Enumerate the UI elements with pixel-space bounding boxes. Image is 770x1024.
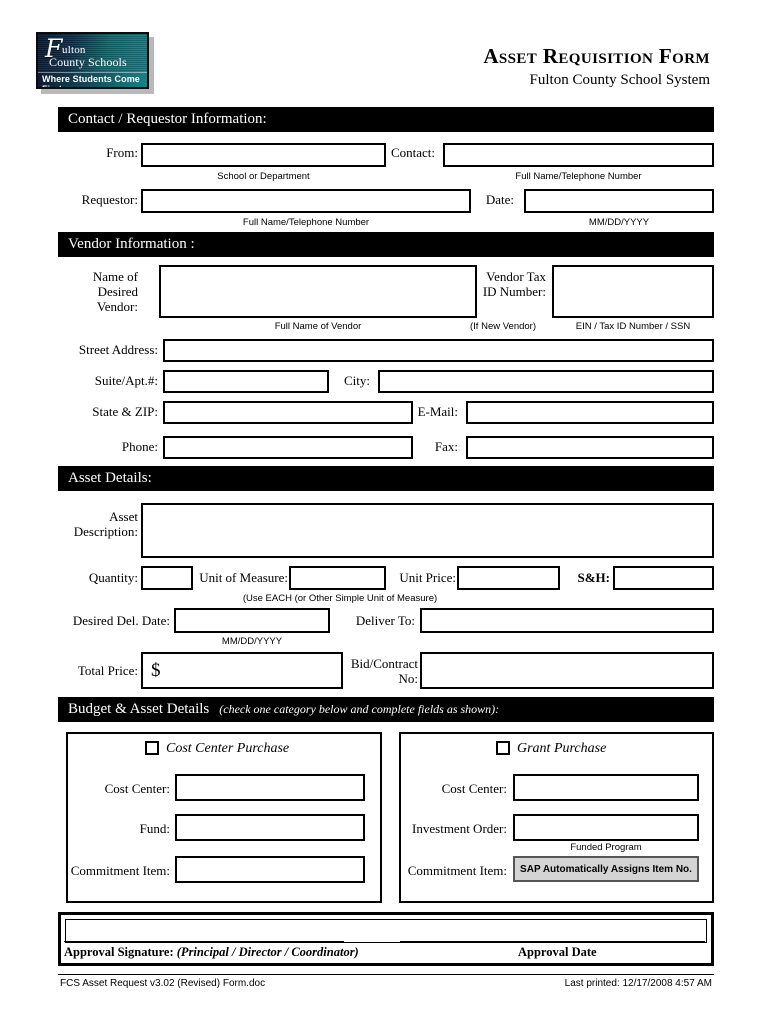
asset-requisition-form: F ulton County Schools Where Students Co… — [0, 0, 770, 1024]
bid-contract-label: Bid/Contract No: — [350, 656, 418, 686]
total-price-input[interactable]: $ — [141, 652, 343, 689]
section-header-contact: Contact / Requestor Information: — [58, 107, 714, 132]
from-hint: School or Department — [217, 171, 310, 182]
unit-of-measure-label: Unit of Measure: — [199, 570, 288, 585]
vendor-tax-hint: EIN / Tax ID Number / SSN — [575, 321, 691, 332]
vendor-tax-input[interactable] — [552, 265, 714, 318]
deliver-to-label: Deliver To: — [355, 613, 415, 628]
shipping-handling-label: S&H: — [577, 570, 611, 585]
page-subtitle: Fulton County School System — [529, 72, 710, 88]
from-label: From: — [106, 145, 138, 160]
asset-description-label: Asset Description: — [73, 509, 138, 539]
cc-commitment-item-input[interactable] — [175, 856, 365, 883]
vendor-name-input[interactable] — [159, 265, 477, 318]
currency-symbol: $ — [151, 660, 161, 681]
grant-cost-center-label: Cost Center: — [441, 781, 507, 796]
desired-delivery-date-input[interactable] — [174, 608, 330, 633]
approval-date-label: Approval Date — [518, 945, 597, 959]
logo-tagline-bar: Where Students Come First — [38, 72, 147, 87]
state-zip-label: State & ZIP: — [92, 404, 158, 419]
section-header-budget: Budget & Asset Details (check one catego… — [58, 697, 714, 722]
city-input[interactable] — [378, 370, 714, 393]
grant-commitment-item-label: Commitment Item: — [407, 863, 507, 878]
section-title-vendor: Vendor Information : — [68, 236, 195, 252]
cc-commitment-item-label: Commitment Item: — [70, 863, 170, 878]
suite-label: Suite/Apt.#: — [94, 373, 158, 388]
asset-description-input[interactable] — [141, 503, 714, 558]
signature-rule — [64, 941, 344, 942]
fax-input[interactable] — [466, 436, 714, 459]
grant-investment-order-label: Investment Order: — [412, 821, 507, 836]
unit-price-input[interactable] — [457, 566, 560, 590]
cost-center-purchase-label: Cost Center Purchase — [166, 741, 290, 756]
form-header: F ulton County Schools Where Students Co… — [0, 0, 770, 108]
vendor-name-label: Name of Desired Vendor: — [92, 269, 138, 314]
requestor-label: Requestor: — [81, 192, 138, 207]
requestor-hint: Full Name/Telephone Number — [242, 217, 370, 228]
fulton-county-schools-logo: F ulton County Schools Where Students Co… — [36, 32, 154, 94]
date-label: Date: — [485, 192, 514, 207]
vendor-tax-label: Vendor Tax ID Number: — [482, 269, 546, 299]
page-title: Asset Requisition Form — [483, 44, 710, 68]
footer-divider — [58, 974, 714, 975]
cc-cost-center-label: Cost Center: — [104, 781, 170, 796]
total-price-label: Total Price: — [77, 663, 138, 678]
bid-contract-input[interactable] — [420, 652, 714, 689]
grant-investment-order-input[interactable] — [513, 814, 699, 841]
street-address-label: Street Address: — [78, 342, 158, 357]
logo-line2: County Schools — [49, 55, 127, 69]
footer-last-printed: Last printed: 12/17/2008 4:57 AM — [564, 978, 712, 989]
approval-signature-text: Approval Signature: — [64, 945, 174, 959]
section-header-vendor: Vendor Information : — [58, 232, 714, 257]
unit-price-label: Unit Price: — [399, 570, 456, 585]
grant-purchase-checkbox[interactable] — [496, 741, 510, 755]
logo-plate: F ulton County Schools Where Students Co… — [36, 32, 149, 89]
unit-of-measure-hint: (Use EACH (or Other Simple Unit of Measu… — [242, 593, 438, 604]
title-block: Asset Requisition Form Fulton County Sch… — [483, 44, 710, 90]
footer-file-name: FCS Asset Request v3.02 (Revised) Form.d… — [60, 978, 266, 989]
cc-cost-center-input[interactable] — [175, 774, 365, 801]
requestor-input[interactable] — [141, 189, 471, 213]
city-label: City: — [343, 373, 370, 388]
email-label: E-Mail: — [417, 404, 458, 419]
deliver-to-input[interactable] — [420, 608, 714, 633]
date-hint: MM/DD/YYYY — [588, 217, 650, 228]
section-note-budget: (check one category below and complete f… — [219, 702, 500, 716]
desired-delivery-date-label: Desired Del. Date: — [72, 613, 170, 628]
grant-cost-center-input[interactable] — [513, 774, 699, 801]
desired-delivery-date-hint: MM/DD/YYYY — [221, 636, 283, 647]
cc-fund-input[interactable] — [175, 814, 365, 841]
cc-fund-label: Fund: — [139, 821, 170, 836]
approval-signature-label: Approval Signature: (Principal / Directo… — [64, 945, 359, 960]
approval-signature-roles: (Principal / Director / Coordinator) — [176, 945, 359, 959]
grant-commitment-item-value: SAP Automatically Assigns Item No. — [513, 856, 699, 882]
street-address-input[interactable] — [163, 339, 714, 362]
approval-date-rule — [400, 941, 705, 942]
logo-tagline: Where Students Come First — [42, 74, 140, 89]
contact-label: Contact: — [390, 145, 435, 160]
quantity-label: Quantity: — [88, 570, 138, 585]
email-input[interactable] — [466, 401, 714, 424]
section-title-contact: Contact / Requestor Information: — [68, 111, 267, 127]
date-input[interactable] — [524, 189, 714, 213]
section-title-budget: Budget & Asset Details — [68, 701, 210, 717]
unit-of-measure-input[interactable] — [289, 566, 386, 590]
fax-label: Fax: — [434, 439, 458, 454]
grant-purchase-label: Grant Purchase — [517, 741, 607, 756]
section-header-asset: Asset Details: — [58, 466, 714, 491]
contact-input[interactable] — [443, 143, 714, 167]
grant-investment-order-hint: Funded Program — [570, 842, 642, 853]
cost-center-purchase-checkbox[interactable] — [145, 741, 159, 755]
section-title-asset: Asset Details: — [68, 470, 152, 486]
contact-hint: Full Name/Telephone Number — [515, 171, 642, 182]
phone-label: Phone: — [121, 439, 158, 454]
vendor-name-hint: Full Name of Vendor — [274, 321, 362, 332]
shipping-handling-input[interactable] — [613, 566, 714, 590]
vendor-tax-note: (If New Vendor) — [470, 321, 536, 332]
approval-signature-input[interactable] — [65, 919, 707, 943]
